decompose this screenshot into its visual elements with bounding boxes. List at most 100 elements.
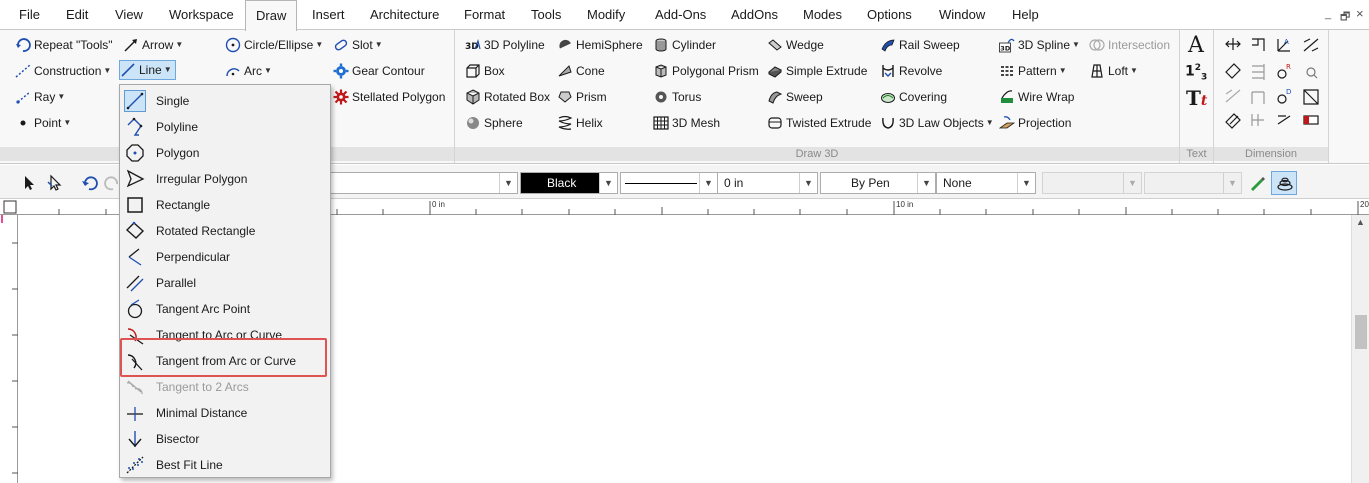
covering-button[interactable]: Covering [880, 87, 947, 107]
twisted-extrude-button[interactable]: Twisted Extrude [767, 113, 871, 133]
sphere-button[interactable]: Sphere [465, 113, 523, 133]
restore-icon[interactable]: 🗗 [1340, 8, 1350, 27]
menu-tools[interactable]: Tools [531, 0, 561, 30]
close-icon[interactable]: × [1356, 6, 1364, 21]
scroll-up-icon[interactable]: ▲ [1356, 217, 1365, 227]
menu-item-bisector[interactable]: Bisector [121, 426, 329, 452]
menu-item-irregular-polygon[interactable]: Irregular Polygon [121, 166, 329, 192]
fill-select[interactable]: None ▼ [936, 172, 1036, 194]
arc-button[interactable]: Arc ▼ [225, 61, 272, 81]
construction-button[interactable]: Construction ▼ [15, 61, 111, 81]
menu-view[interactable]: View [115, 0, 143, 30]
attribute-pen-icon[interactable] [1248, 174, 1266, 192]
stellated-polygon-button[interactable]: Stellated Polygon [333, 87, 445, 107]
dimension-tools-icons: A R D [1225, 38, 1319, 129]
menu-item-perpendicular[interactable]: Perpendicular [121, 244, 329, 270]
torus-button[interactable]: Torus [653, 87, 701, 107]
menu-modes[interactable]: Modes [803, 0, 842, 30]
transparency-select[interactable]: ▼ [1144, 172, 1242, 194]
repeat-tools-button[interactable]: Repeat "Tools" [15, 35, 113, 55]
point-button[interactable]: Point ▼ [15, 113, 71, 133]
rotated-box-button[interactable]: Rotated Box [465, 87, 550, 107]
box-button[interactable]: Box [465, 61, 505, 81]
line-style-select[interactable]: ▼ [620, 172, 718, 194]
sweep-button[interactable]: Sweep [767, 87, 823, 107]
layer-select[interactable]: ▼ [330, 172, 518, 194]
3d-spline-button[interactable]: 3D 3D Spline ▼ [999, 35, 1080, 55]
menu-item-polygon[interactable]: Polygon [121, 140, 329, 166]
menu-edit[interactable]: Edit [66, 0, 88, 30]
menu-architecture[interactable]: Architecture [370, 0, 439, 30]
menu-options[interactable]: Options [867, 0, 912, 30]
circle-ellipse-button[interactable]: Circle/Ellipse ▼ [225, 35, 323, 55]
menu-item-label: Rotated Rectangle [156, 224, 256, 238]
prism-label: Prism [576, 90, 607, 104]
menu-item-rotated-rectangle[interactable]: Rotated Rectangle [121, 218, 329, 244]
undo-icon[interactable] [80, 174, 98, 192]
vertical-scrollbar[interactable]: ▲ [1351, 215, 1369, 483]
scrollbar-thumb[interactable] [1355, 315, 1367, 349]
3d-mesh-button[interactable]: 3D Mesh [653, 113, 720, 133]
pen-style-select[interactable]: By Pen ▼ [820, 172, 936, 194]
rail-sweep-icon [881, 39, 895, 52]
layers-toggle-button[interactable] [1271, 171, 1297, 195]
polygonal-prism-button[interactable]: Polygonal Prism [653, 61, 759, 81]
wire-wrap-button[interactable]: Wire Wrap [999, 87, 1074, 107]
menu-item-parallel[interactable]: Parallel [121, 270, 329, 296]
arrow-button[interactable]: Arrow ▼ [123, 35, 183, 55]
line-width-select[interactable]: 0 in ▼ [718, 172, 818, 194]
minimize-icon[interactable]: _ [1325, 8, 1331, 20]
select-pointer-icon[interactable] [20, 174, 38, 192]
menu-item-single[interactable]: Single [121, 88, 329, 114]
menu-item-label: Bisector [156, 432, 200, 446]
hemisphere-button[interactable]: HemiSphere [557, 35, 643, 55]
pattern-select[interactable]: ▼ [1042, 172, 1142, 194]
cone-button[interactable]: Cone [557, 61, 605, 81]
rail-sweep-button[interactable]: Rail Sweep [880, 35, 960, 55]
menu-item-tangent-to-2-arcs[interactable]: Tangent to 2 Arcs [121, 374, 329, 400]
wedge-button[interactable]: Wedge [767, 35, 824, 55]
menu-item-tangent-arc-point[interactable]: Tangent Arc Point [121, 296, 329, 322]
projection-button[interactable]: Projection [999, 113, 1071, 133]
layers-icon [1277, 177, 1293, 191]
3d-polyline-button[interactable]: 3D 3D Polyline [465, 35, 545, 55]
numbering-icon[interactable]: 123 [1185, 63, 1207, 82]
menu-insert[interactable]: Insert [312, 0, 345, 30]
3d-law-objects-button[interactable]: 3D Law Objects ▼ [880, 113, 994, 133]
edit-pointer-icon[interactable] [46, 174, 64, 192]
group-label-draw-3d: Draw 3D [455, 147, 1179, 161]
loft-button[interactable]: Loft ▼ [1089, 61, 1138, 81]
simple-extrude-button[interactable]: Simple Extrude [767, 61, 867, 81]
3d-law-objects-icon [882, 117, 894, 129]
menu-addons[interactable]: AddOns [731, 0, 778, 30]
menu-modify[interactable]: Modify [587, 0, 625, 30]
menu-add-ons[interactable]: Add-Ons [655, 0, 706, 30]
menu-item-minimal-distance[interactable]: Minimal Distance [121, 400, 329, 426]
intersection-button[interactable]: Intersection [1089, 35, 1170, 55]
menu-window[interactable]: Window [939, 0, 985, 30]
menu-draw[interactable]: Draw [245, 0, 298, 31]
cylinder-button[interactable]: Cylinder [653, 35, 716, 55]
menu-item-best-fit-line[interactable]: Best Fit Line [121, 452, 329, 478]
gear-contour-button[interactable]: Gear Contour [333, 61, 425, 81]
menu-format[interactable]: Format [464, 0, 505, 30]
menu-item-polyline[interactable]: Polyline [121, 114, 329, 140]
helix-button[interactable]: Helix [557, 113, 603, 133]
text-a-icon[interactable]: A [1188, 33, 1204, 58]
menu-file[interactable]: File [19, 0, 40, 30]
revolve-button[interactable]: Revolve [880, 61, 942, 81]
slot-button[interactable]: Slot ▼ [333, 35, 383, 55]
ray-button[interactable]: Ray ▼ [15, 87, 65, 107]
svg-text:3D: 3D [1000, 45, 1011, 53]
menu-workspace[interactable]: Workspace [169, 0, 234, 30]
point-label: Point [34, 116, 62, 130]
menu-item-rectangle[interactable]: Rectangle [121, 192, 329, 218]
text-style-icon[interactable]: Tt [1186, 86, 1207, 110]
color-select[interactable]: Black ▼ [520, 172, 618, 194]
sweep-icon [768, 91, 783, 104]
cylinder-label: Cylinder [672, 38, 717, 52]
line-button[interactable]: Line ▼ [119, 60, 176, 80]
prism-button[interactable]: Prism [557, 87, 607, 107]
menu-help[interactable]: Help [1012, 0, 1039, 30]
pattern-button[interactable]: Pattern ▼ [999, 61, 1067, 81]
